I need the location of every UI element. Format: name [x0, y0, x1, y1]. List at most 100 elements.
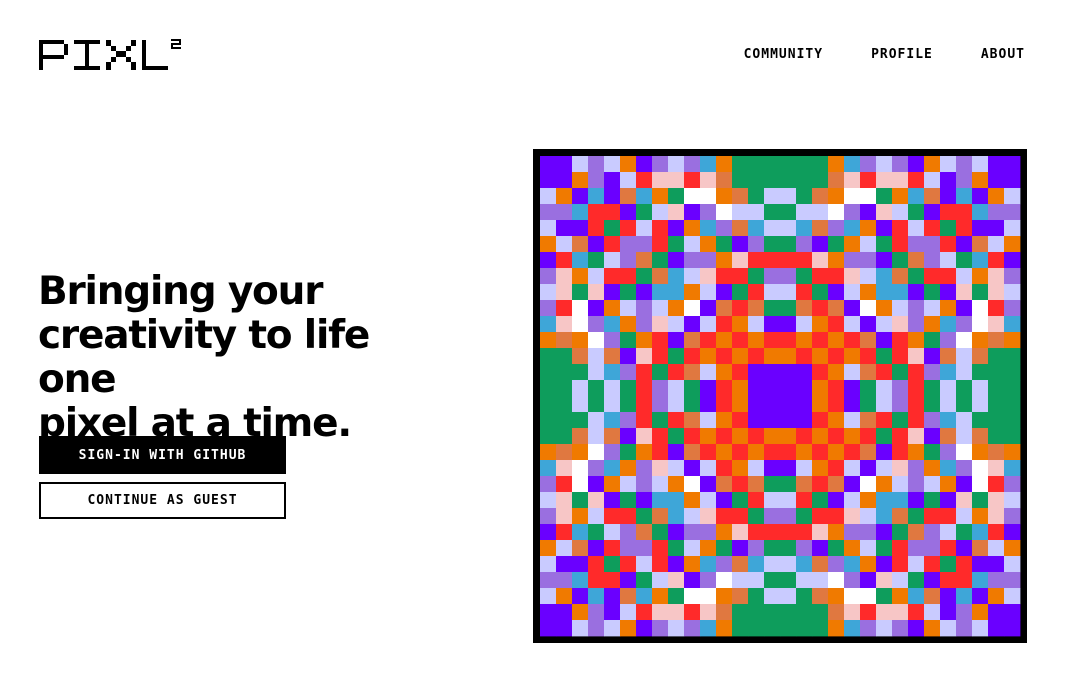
pixel-cell [940, 316, 957, 333]
pixel-cell [780, 492, 797, 509]
pixel-cell [684, 204, 701, 221]
pixel-cell [780, 524, 797, 541]
pixel-cell [748, 476, 765, 493]
pixel-cell [572, 188, 589, 205]
pixel-cell [828, 220, 845, 237]
brand-logo[interactable] [39, 38, 181, 72]
sign-in-github-button[interactable]: SIGN-IN WITH GITHUB [39, 436, 286, 474]
pixel-cell [732, 284, 749, 301]
pixel-cell [828, 540, 845, 557]
pixel-cell [780, 364, 797, 381]
pixel-cell [620, 316, 637, 333]
pixel-cell [556, 540, 573, 557]
pixel-cell [940, 284, 957, 301]
pixel-cell [860, 380, 877, 397]
pixel-cell [636, 476, 653, 493]
pixel-cell [892, 460, 909, 477]
pixel-cell [908, 380, 925, 397]
pixel-cell [1004, 444, 1021, 461]
pixel-cell [620, 380, 637, 397]
pixel-cell [588, 156, 605, 173]
pixel-cell [540, 172, 557, 189]
pixel-cell [604, 172, 621, 189]
pixel-cell [684, 444, 701, 461]
pixel-cell [764, 316, 781, 333]
continue-as-guest-button[interactable]: CONTINUE AS GUEST [39, 482, 286, 519]
pixel-art-mosaic [533, 149, 1027, 643]
pixel-cell [972, 540, 989, 557]
pixel-cell [908, 364, 925, 381]
pixel-cell [556, 300, 573, 317]
pixel-cell [556, 604, 573, 621]
pixel-cell [812, 396, 829, 413]
pixel-cell [540, 332, 557, 349]
pixel-cell [972, 572, 989, 589]
pixel-cell [604, 492, 621, 509]
pixel-cell [844, 300, 861, 317]
pixel-cell [988, 460, 1005, 477]
pixel-cell [748, 524, 765, 541]
pixel-cell [940, 364, 957, 381]
pixel-cell [540, 428, 557, 445]
pixel-cell [588, 188, 605, 205]
pixel-cell [1004, 620, 1021, 637]
pixel-cell [972, 268, 989, 285]
pixel-cell [556, 572, 573, 589]
nav-about-link[interactable]: ABOUT [981, 47, 1025, 62]
pixel-cell [988, 524, 1005, 541]
pixel-cell [844, 156, 861, 173]
pixel-cell [972, 492, 989, 509]
pixel-cell [588, 268, 605, 285]
pixel-cell [876, 188, 893, 205]
brand-wordmark [39, 38, 168, 70]
pixel-cell [732, 204, 749, 221]
pixel-cell [684, 460, 701, 477]
pixel-cell [780, 332, 797, 349]
pixel-cell [764, 444, 781, 461]
pixel-cell [748, 380, 765, 397]
pixel-cell [796, 188, 813, 205]
pixel-cell [540, 604, 557, 621]
pixel-cell [652, 620, 669, 637]
pixel-cell [1004, 540, 1021, 557]
pixel-cell [636, 380, 653, 397]
pixel-cell [956, 188, 973, 205]
pixel-cell [748, 316, 765, 333]
pixel-cell [748, 396, 765, 413]
pixel-cell [956, 604, 973, 621]
pixel-cell [684, 252, 701, 269]
pixel-cell [572, 220, 589, 237]
pixel-cell [892, 524, 909, 541]
pixel-cell [668, 540, 685, 557]
pixel-cell [716, 268, 733, 285]
pixel-cell [828, 332, 845, 349]
pixel-cell [876, 460, 893, 477]
pixel-cell [668, 332, 685, 349]
pixel-cell [876, 236, 893, 253]
pixel-cell [908, 444, 925, 461]
pixel-cell [876, 220, 893, 237]
pixel-cell [556, 204, 573, 221]
pixel-cell [892, 300, 909, 317]
pixel-cell [668, 620, 685, 637]
nav-profile-link[interactable]: PROFILE [871, 47, 933, 62]
pixel-cell [588, 284, 605, 301]
pixel-cell [620, 476, 637, 493]
pixel-cell [748, 364, 765, 381]
pixel-cell [684, 604, 701, 621]
pixel-cell [972, 428, 989, 445]
pixel-cell [940, 556, 957, 573]
pixel-cell [588, 556, 605, 573]
pixel-cell [1004, 524, 1021, 541]
pixel-cell [940, 492, 957, 509]
pixel-cell [972, 412, 989, 429]
pixel-cell [700, 604, 717, 621]
pixel-cell [812, 572, 829, 589]
pixel-cell [940, 380, 957, 397]
pixel-cell [556, 220, 573, 237]
pixel-cell [988, 332, 1005, 349]
pixel-cell [700, 444, 717, 461]
pixel-cell [1004, 172, 1021, 189]
nav-community-link[interactable]: COMMUNITY [744, 47, 823, 62]
pixel-cell [844, 172, 861, 189]
